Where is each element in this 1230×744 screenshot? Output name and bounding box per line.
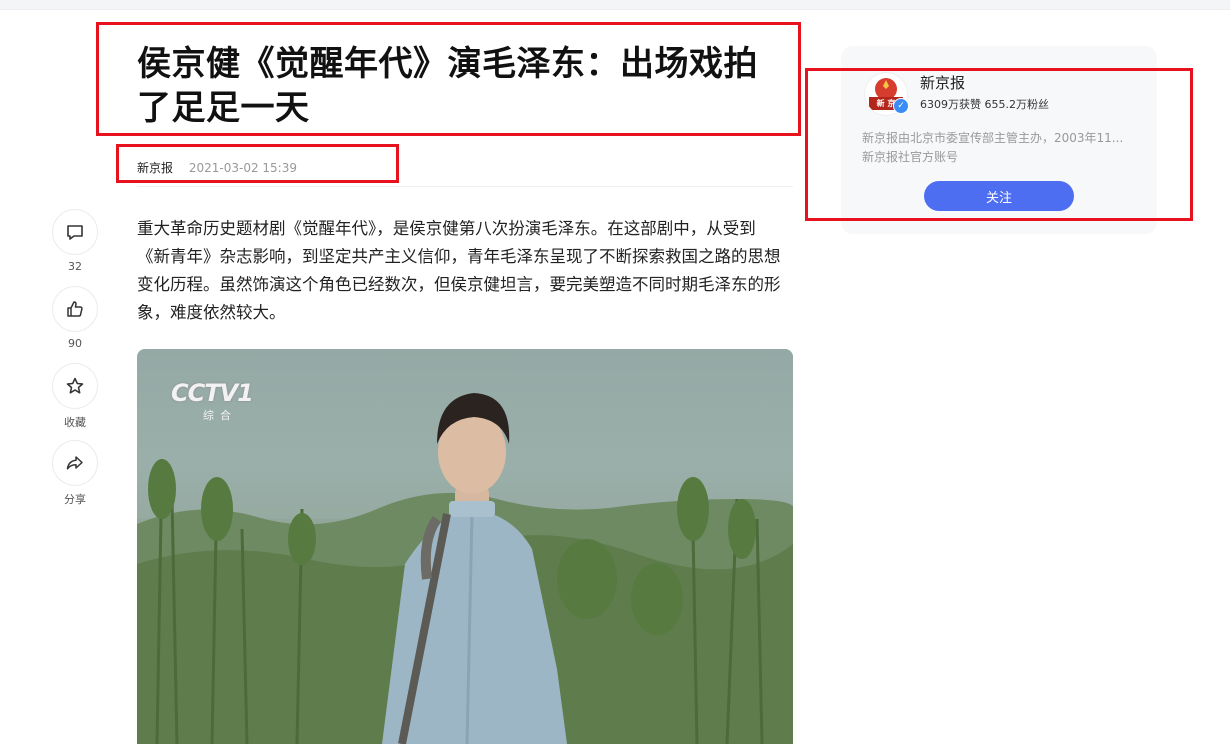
comment-action[interactable]: 32 [52, 209, 98, 273]
annotation-box-meta [116, 144, 399, 183]
annotation-box-author [805, 68, 1193, 221]
cctv-logo-text: CCTV1 [171, 379, 254, 407]
top-nav-bar [0, 0, 1230, 10]
like-count: 90 [68, 337, 82, 350]
cctv-watermark: CCTV1 综合 [171, 379, 254, 423]
article-image[interactable]: CCTV1 综合 [137, 349, 793, 744]
like-action[interactable]: 90 [52, 286, 98, 350]
share-button[interactable] [52, 440, 98, 486]
cctv-channel-sub: 综合 [203, 409, 237, 422]
favorite-button[interactable] [52, 363, 98, 409]
comment-icon [67, 225, 83, 240]
annotation-box-title [96, 22, 801, 136]
favorite-action[interactable]: 收藏 [52, 363, 98, 430]
share-icon [66, 456, 83, 470]
meta-divider [137, 186, 793, 187]
star-icon [66, 377, 84, 394]
article-paragraph: 重大革命历史题材剧《觉醒年代》，是侯京健第八次扮演毛泽东。在这部剧中，从受到《新… [137, 219, 781, 322]
thumbs-up-icon [67, 301, 83, 317]
share-action[interactable]: 分享 [52, 440, 98, 507]
favorite-label: 收藏 [64, 416, 86, 429]
like-button[interactable] [52, 286, 98, 332]
comment-count: 32 [68, 260, 82, 273]
share-label: 分享 [64, 493, 86, 506]
comment-button[interactable] [52, 209, 98, 255]
